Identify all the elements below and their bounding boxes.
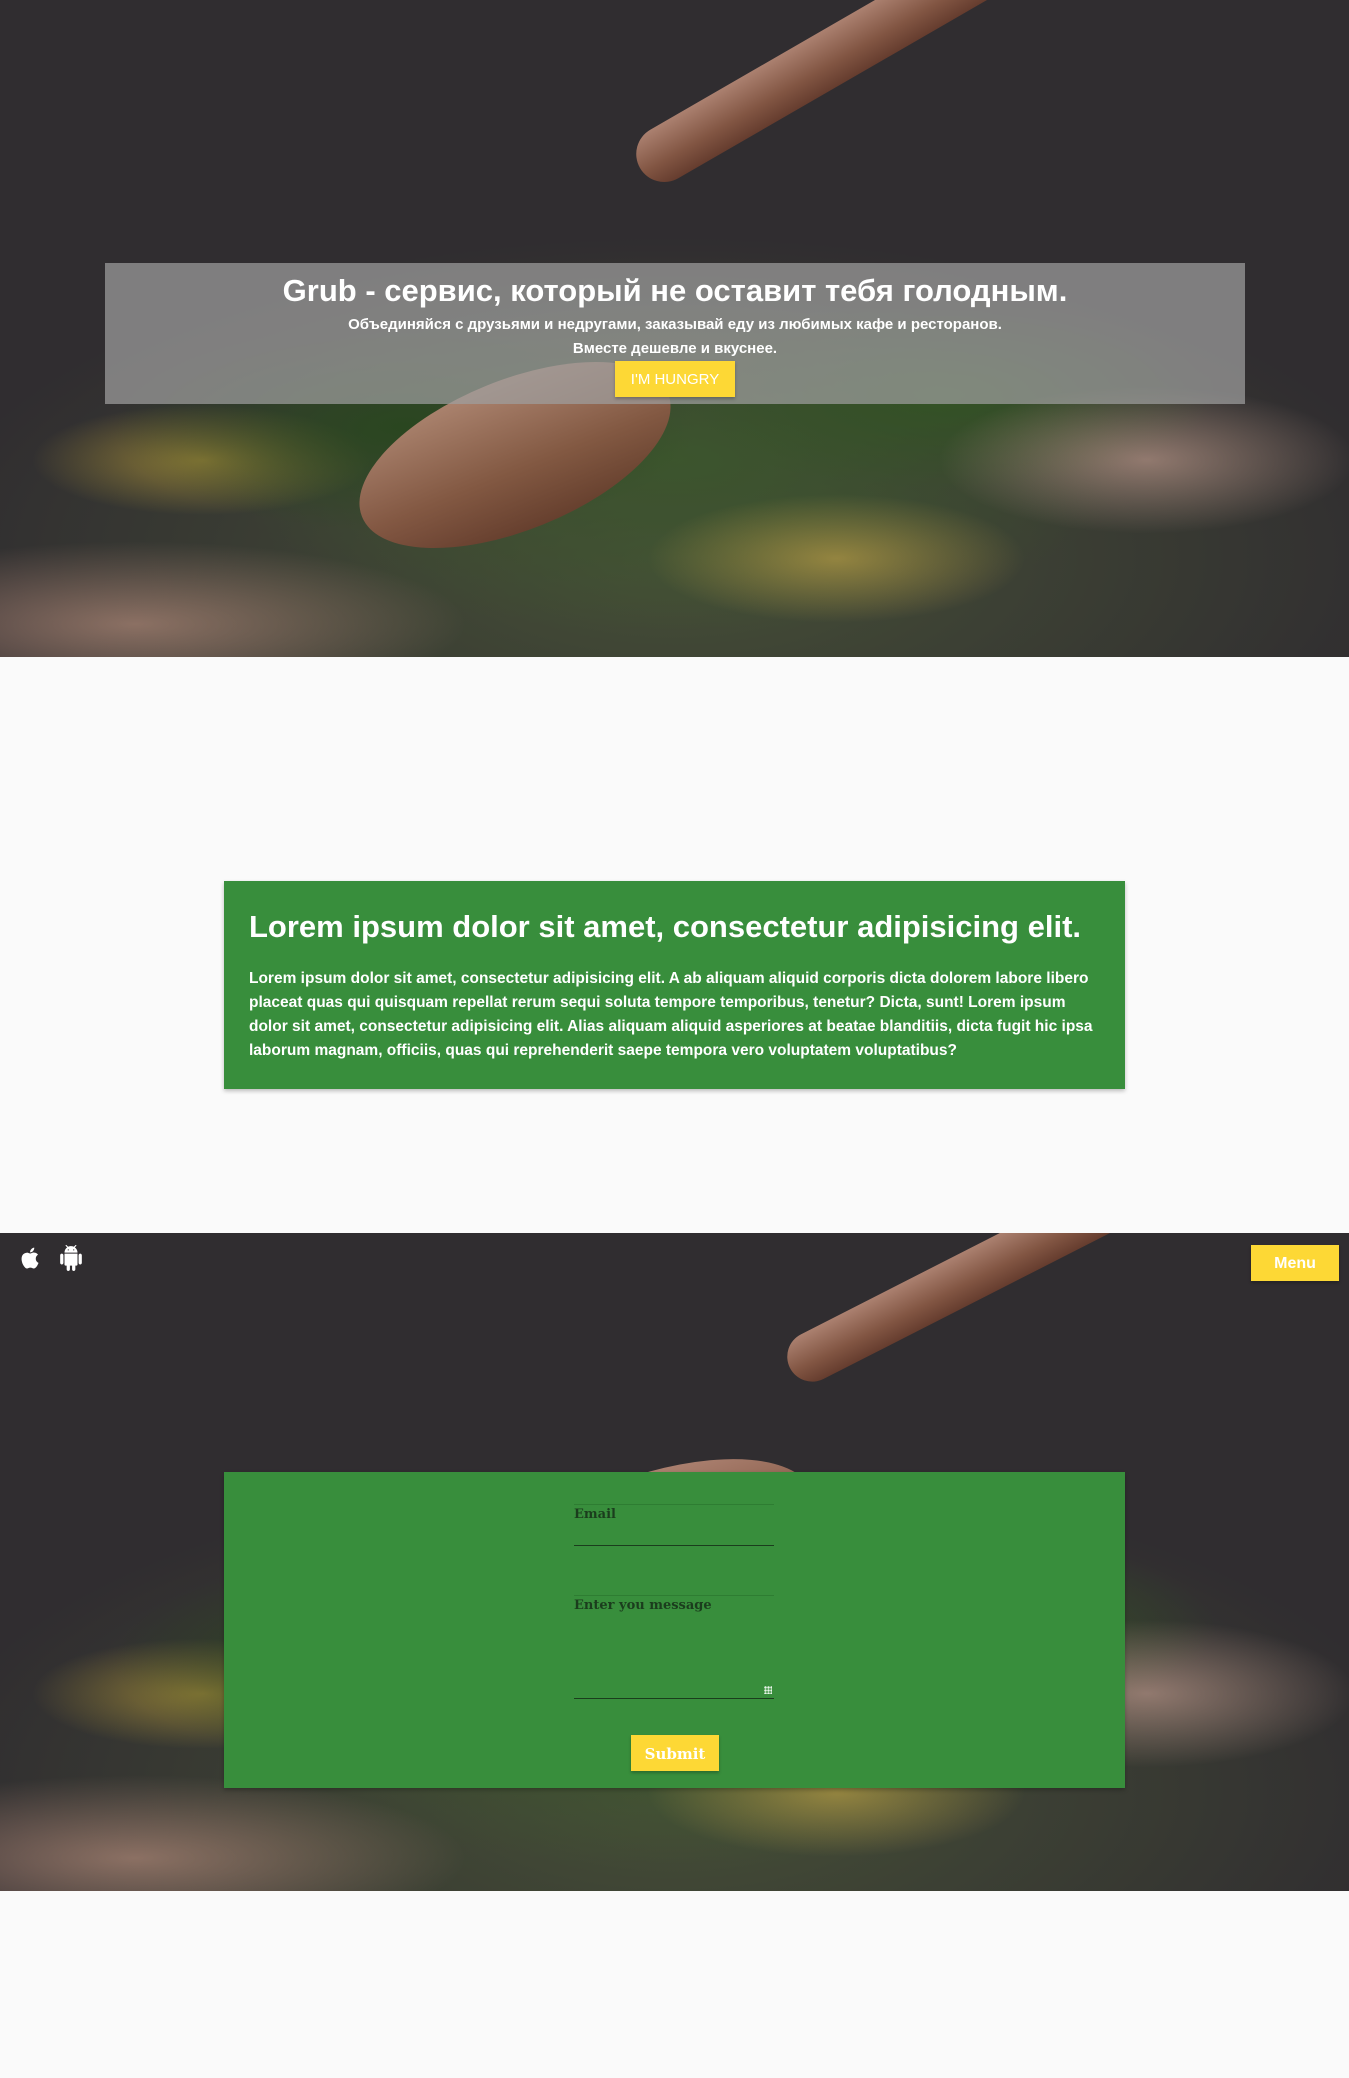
- email-field[interactable]: Email: [574, 1504, 774, 1547]
- about-card: Lorem ipsum dolor sit amet, consectetur …: [224, 881, 1125, 1089]
- about-body: Lorem ipsum dolor sit amet, consectetur …: [249, 970, 1093, 1059]
- message-label: Enter you message: [574, 1598, 712, 1613]
- message-field-top-border: [574, 1595, 774, 1596]
- resize-handle-icon[interactable]: [764, 1686, 772, 1694]
- im-hungry-button[interactable]: I'M HUNGRY: [615, 361, 735, 397]
- hero-title: Grub - сервис, который не оставит тебя г…: [282, 273, 1068, 308]
- android-icon[interactable]: [58, 1245, 84, 1271]
- hero-background-image: [626, 0, 1347, 193]
- email-field-top-border: [574, 1504, 774, 1505]
- submit-button[interactable]: Submit: [631, 1735, 719, 1771]
- about-heading: Lorem ipsum dolor sit amet, consectetur …: [249, 909, 1082, 944]
- contact-form: Email Enter you message Submit: [224, 1472, 1125, 1788]
- platform-icons: [18, 1245, 84, 1271]
- email-label: Email: [574, 1507, 616, 1522]
- message-field[interactable]: Enter you message: [574, 1595, 774, 1699]
- email-input[interactable]: [574, 1545, 774, 1546]
- hero-subtitle-2: Вместе дешевле и вкуснее.: [572, 340, 778, 357]
- message-textarea[interactable]: [574, 1698, 774, 1699]
- hero-banner: Grub - сервис, который не оставит тебя г…: [105, 263, 1245, 404]
- menu-button[interactable]: Menu: [1251, 1245, 1339, 1281]
- apple-icon[interactable]: [18, 1245, 44, 1271]
- hero-subtitle: Объединяйся с друзьями и недругами, зака…: [348, 316, 1002, 333]
